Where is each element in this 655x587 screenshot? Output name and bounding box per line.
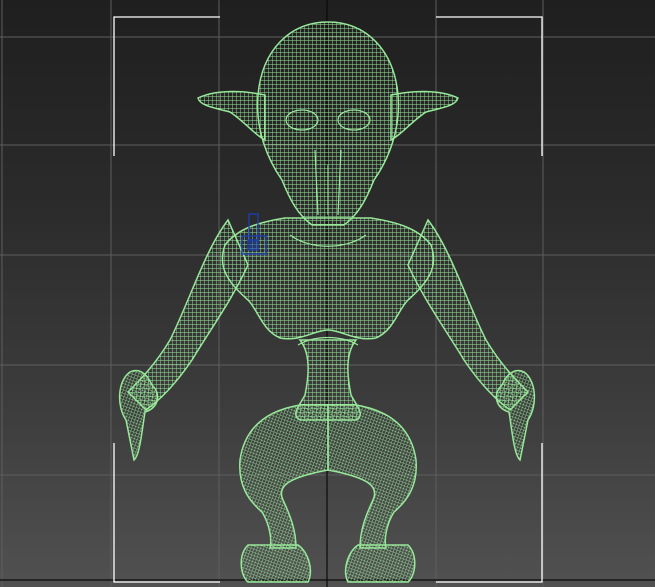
left-foot (240, 544, 312, 583)
waist (295, 339, 361, 421)
viewport-canvas[interactable] (0, 0, 655, 587)
right-hand (495, 369, 536, 462)
left-leg (239, 404, 329, 549)
viewport-3d[interactable] (0, 0, 655, 587)
right-ear (390, 90, 459, 142)
left-hand (118, 369, 159, 462)
right-foot (344, 544, 416, 583)
left-ear (197, 90, 266, 142)
right-leg (327, 404, 417, 549)
